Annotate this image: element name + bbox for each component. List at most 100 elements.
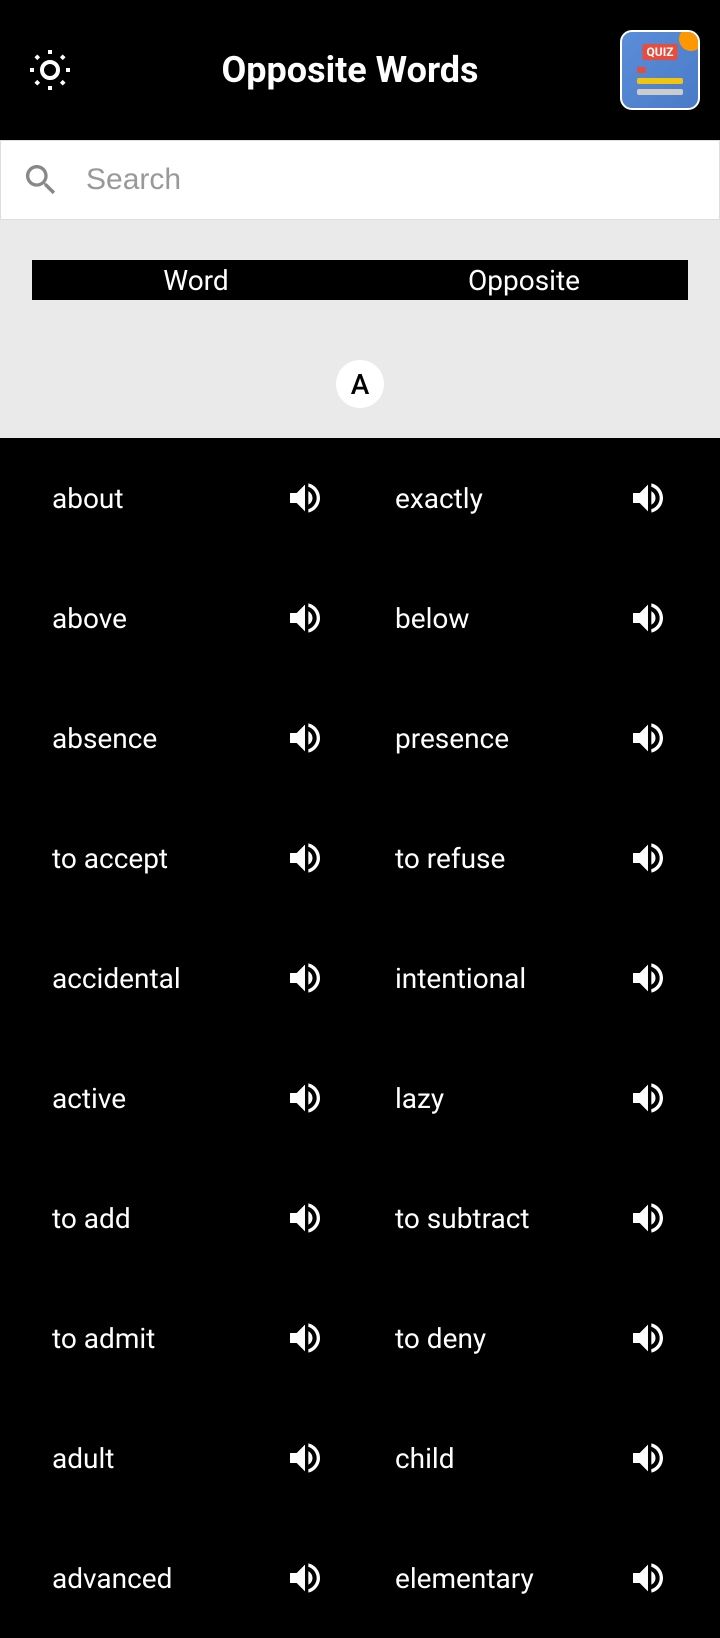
opposite-text: lazy bbox=[395, 1082, 444, 1115]
play-word-button[interactable] bbox=[285, 1438, 325, 1478]
speaker-icon bbox=[285, 838, 325, 878]
word-cell: accidental bbox=[52, 958, 360, 998]
opposite-cell: child bbox=[360, 1438, 668, 1478]
word-cell: absence bbox=[52, 718, 360, 758]
word-text: accidental bbox=[52, 962, 181, 995]
speaker-icon bbox=[285, 1318, 325, 1358]
word-cell: to admit bbox=[52, 1318, 360, 1358]
play-opposite-button[interactable] bbox=[628, 478, 668, 518]
page-title: Opposite Words bbox=[80, 49, 620, 91]
word-text: to admit bbox=[52, 1322, 155, 1355]
speaker-icon bbox=[628, 1438, 668, 1478]
speaker-icon bbox=[285, 1438, 325, 1478]
opposite-text: intentional bbox=[395, 962, 526, 995]
speaker-icon bbox=[285, 478, 325, 518]
speaker-icon bbox=[628, 838, 668, 878]
opposite-cell: to deny bbox=[360, 1318, 668, 1358]
opposite-cell: intentional bbox=[360, 958, 668, 998]
word-text: adult bbox=[52, 1442, 114, 1475]
word-list: about exactly above below absence presence to … bbox=[0, 438, 720, 1638]
brightness-icon bbox=[26, 46, 74, 94]
word-row: active lazy bbox=[0, 1038, 720, 1158]
word-row: above below bbox=[0, 558, 720, 678]
word-text: about bbox=[52, 482, 124, 515]
table-header: Word Opposite bbox=[32, 260, 688, 300]
play-opposite-button[interactable] bbox=[628, 1078, 668, 1118]
opposite-text: below bbox=[395, 602, 469, 635]
section-letter-badge: A bbox=[336, 360, 384, 408]
play-opposite-button[interactable] bbox=[628, 598, 668, 638]
word-cell: above bbox=[52, 598, 360, 638]
speaker-icon bbox=[628, 1318, 668, 1358]
opposite-text: to refuse bbox=[395, 842, 505, 875]
play-opposite-button[interactable] bbox=[628, 838, 668, 878]
quiz-icon-lines bbox=[637, 67, 683, 100]
speaker-icon bbox=[628, 598, 668, 638]
play-word-button[interactable] bbox=[285, 838, 325, 878]
speaker-icon bbox=[285, 1558, 325, 1598]
word-row: about exactly bbox=[0, 438, 720, 558]
word-row: to admit to deny bbox=[0, 1278, 720, 1398]
opposite-text: to deny bbox=[395, 1322, 486, 1355]
opposite-text: elementary bbox=[395, 1562, 534, 1595]
play-opposite-button[interactable] bbox=[628, 1558, 668, 1598]
word-cell: adult bbox=[52, 1438, 360, 1478]
play-opposite-button[interactable] bbox=[628, 1198, 668, 1238]
search-input[interactable] bbox=[86, 163, 699, 197]
speaker-icon bbox=[628, 958, 668, 998]
word-text: to accept bbox=[52, 842, 168, 875]
play-word-button[interactable] bbox=[285, 478, 325, 518]
word-cell: advanced bbox=[52, 1558, 360, 1598]
word-text: active bbox=[52, 1082, 126, 1115]
word-row: adult child bbox=[0, 1398, 720, 1518]
play-word-button[interactable] bbox=[285, 718, 325, 758]
play-opposite-button[interactable] bbox=[628, 958, 668, 998]
play-word-button[interactable] bbox=[285, 598, 325, 638]
speaker-icon bbox=[285, 718, 325, 758]
play-opposite-button[interactable] bbox=[628, 1438, 668, 1478]
word-row: accidental intentional bbox=[0, 918, 720, 1038]
search-bar bbox=[0, 140, 720, 220]
opposite-cell: lazy bbox=[360, 1078, 668, 1118]
word-text: absence bbox=[52, 722, 157, 755]
play-word-button[interactable] bbox=[285, 958, 325, 998]
word-cell: about bbox=[52, 478, 360, 518]
speaker-icon bbox=[628, 1558, 668, 1598]
column-header-word: Word bbox=[32, 264, 360, 297]
speaker-icon bbox=[285, 598, 325, 638]
app-header: Opposite Words bbox=[0, 0, 720, 140]
play-word-button[interactable] bbox=[285, 1078, 325, 1118]
opposite-cell: below bbox=[360, 598, 668, 638]
word-cell: active bbox=[52, 1078, 360, 1118]
word-row: absence presence bbox=[0, 678, 720, 798]
speaker-icon bbox=[285, 958, 325, 998]
opposite-cell: exactly bbox=[360, 478, 668, 518]
speaker-icon bbox=[628, 478, 668, 518]
quiz-button[interactable] bbox=[620, 30, 700, 110]
section-header-area: Word Opposite A bbox=[0, 220, 720, 438]
play-opposite-button[interactable] bbox=[628, 718, 668, 758]
play-word-button[interactable] bbox=[285, 1198, 325, 1238]
play-word-button[interactable] bbox=[285, 1558, 325, 1598]
theme-toggle-button[interactable] bbox=[20, 40, 80, 100]
column-header-opposite: Opposite bbox=[360, 264, 688, 297]
word-text: above bbox=[52, 602, 127, 635]
opposite-cell: elementary bbox=[360, 1558, 668, 1598]
speaker-icon bbox=[285, 1078, 325, 1118]
search-icon bbox=[21, 160, 61, 200]
opposite-cell: to subtract bbox=[360, 1198, 668, 1238]
opposite-cell: presence bbox=[360, 718, 668, 758]
opposite-text: presence bbox=[395, 722, 509, 755]
speaker-icon bbox=[628, 718, 668, 758]
speaker-icon bbox=[628, 1078, 668, 1118]
opposite-text: child bbox=[395, 1442, 455, 1475]
play-opposite-button[interactable] bbox=[628, 1318, 668, 1358]
word-row: advanced elementary bbox=[0, 1518, 720, 1638]
word-row: to accept to refuse bbox=[0, 798, 720, 918]
word-text: advanced bbox=[52, 1562, 172, 1595]
play-word-button[interactable] bbox=[285, 1318, 325, 1358]
opposite-text: to subtract bbox=[395, 1202, 530, 1235]
word-row: to addto subtract bbox=[0, 1158, 720, 1278]
opposite-cell: to refuse bbox=[360, 838, 668, 878]
speaker-icon bbox=[628, 1198, 668, 1238]
